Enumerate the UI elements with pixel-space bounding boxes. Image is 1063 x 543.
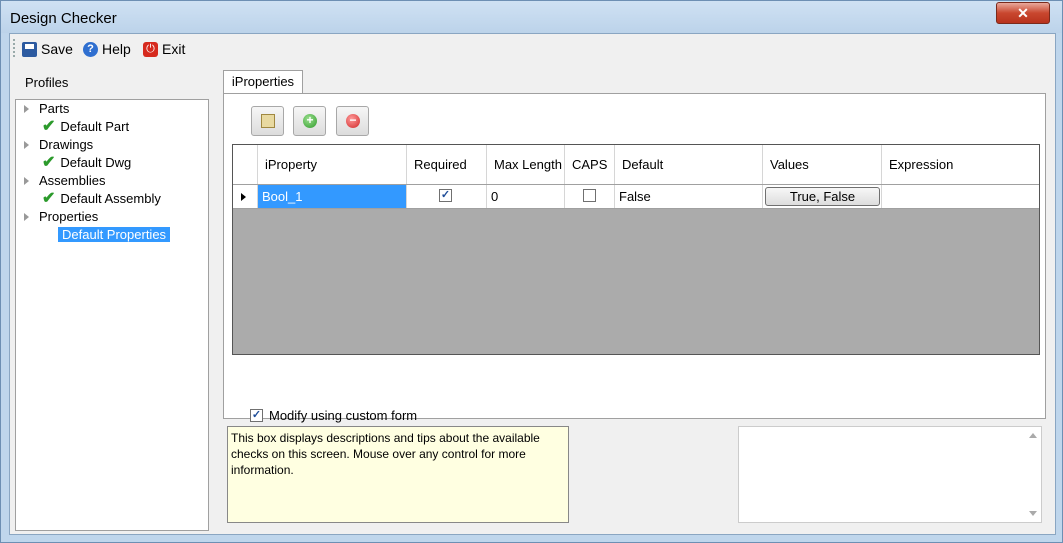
cell-expression[interactable] [882, 185, 1039, 208]
title-bar[interactable]: Design Checker ✕ [1, 1, 1062, 33]
scroll-up-icon[interactable] [1029, 433, 1037, 438]
exit-label: Exit [162, 41, 186, 57]
expand-arrow-icon[interactable] [24, 140, 29, 149]
tree-node-default-dwg[interactable]: ✔ Default Dwg [42, 154, 131, 172]
profiles-tree[interactable]: Parts ✔ Default Part Drawings ✔ Default Dw… [15, 99, 209, 531]
cell-caps[interactable] [565, 185, 615, 208]
edit-icon [261, 114, 275, 128]
help-icon: ? [83, 41, 98, 57]
help-button[interactable]: ? Help [83, 40, 131, 58]
notes-textbox[interactable] [738, 426, 1042, 523]
iproperties-panel: + − iProperty Required Max Length CAPS D… [223, 93, 1046, 423]
save-icon [22, 41, 37, 57]
table-row[interactable]: Bool_1 ✓ 0 False True, False [233, 185, 1039, 209]
iproperties-grid[interactable]: iProperty Required Max Length CAPS Defau… [232, 144, 1040, 355]
checkmark-icon: ✔ [42, 190, 56, 207]
tree-node-label: Assemblies [39, 173, 106, 188]
cell-max-length[interactable]: 0 [487, 185, 565, 208]
toolbar-grip[interactable] [13, 39, 16, 57]
values-button[interactable]: True, False [765, 187, 880, 206]
add-button[interactable]: + [293, 106, 326, 136]
tree-node-label: Parts [39, 101, 70, 116]
tree-node-label: Drawings [39, 137, 94, 152]
tree-node-default-assembly[interactable]: ✔ Default Assembly [42, 190, 161, 208]
column-header-values[interactable]: Values [763, 145, 882, 184]
scroll-down-icon[interactable] [1029, 511, 1037, 516]
column-header-max-length[interactable]: Max Length [487, 145, 565, 184]
add-icon: + [303, 114, 317, 128]
checkmark-icon: ✔ [42, 154, 56, 171]
expand-arrow-icon[interactable] [24, 212, 29, 221]
window-title: Design Checker [10, 10, 117, 27]
design-checker-window: Design Checker ✕ Save ? Help ⏻ Exit Prof… [0, 0, 1063, 543]
save-label: Save [41, 41, 73, 57]
toolbar: Save ? Help ⏻ Exit [10, 34, 1055, 62]
remove-button[interactable]: − [336, 106, 369, 136]
cell-iproperty[interactable]: Bool_1 [258, 185, 407, 208]
close-button[interactable]: ✕ [996, 2, 1050, 24]
expand-arrow-icon[interactable] [24, 176, 29, 185]
tree-node-default-part[interactable]: ✔ Default Part [42, 118, 129, 136]
tree-node-label: Properties [39, 209, 99, 224]
tab-iproperties[interactable]: iProperties [223, 70, 303, 94]
column-header-required[interactable]: Required [407, 145, 487, 184]
custom-form-option[interactable]: ✓ Modify using custom form [250, 408, 417, 423]
column-header-iproperty[interactable]: iProperty [258, 145, 407, 184]
custom-form-checkbox[interactable]: ✓ [250, 409, 263, 422]
caps-checkbox[interactable] [583, 189, 596, 202]
profiles-label: Profiles [25, 75, 69, 90]
column-header-expression[interactable]: Expression [882, 145, 1039, 184]
client-area: Save ? Help ⏻ Exit Profiles Parts ✔ Defau… [9, 33, 1056, 535]
tree-node-label-selected: Default Properties [58, 227, 171, 242]
cell-values: True, False [763, 185, 882, 208]
tree-node-label: Default Part [60, 119, 130, 134]
power-icon: ⏻ [143, 41, 158, 57]
row-selector[interactable] [233, 185, 258, 208]
grid-header: iProperty Required Max Length CAPS Defau… [233, 145, 1039, 185]
row-pointer-icon [241, 193, 246, 201]
remove-icon: − [346, 114, 360, 128]
tree-node-parts[interactable]: Parts [24, 100, 69, 118]
custom-form-label: Modify using custom form [269, 408, 418, 423]
checkmark-icon: ✔ [42, 118, 56, 135]
tree-node-label: Default Dwg [60, 155, 132, 170]
column-header-caps[interactable]: CAPS [565, 145, 615, 184]
help-label: Help [102, 41, 131, 57]
tree-node-default-properties[interactable]: Default Properties [58, 226, 171, 244]
tree-node-assemblies[interactable]: Assemblies [24, 172, 105, 190]
row-header-corner [233, 145, 258, 184]
expand-arrow-icon[interactable] [24, 104, 29, 113]
column-header-default[interactable]: Default [615, 145, 763, 184]
exit-button[interactable]: ⏻ Exit [143, 40, 185, 58]
save-button[interactable]: Save [22, 40, 73, 58]
edit-button[interactable] [251, 106, 284, 136]
tree-node-label: Default Assembly [60, 191, 161, 206]
tree-node-properties[interactable]: Properties [24, 208, 98, 226]
help-description-box: This box displays descriptions and tips … [227, 426, 569, 523]
required-checkbox[interactable]: ✓ [439, 189, 452, 202]
cell-default[interactable]: False [615, 185, 763, 208]
cell-required[interactable]: ✓ [407, 185, 487, 208]
tree-node-drawings[interactable]: Drawings [24, 136, 93, 154]
